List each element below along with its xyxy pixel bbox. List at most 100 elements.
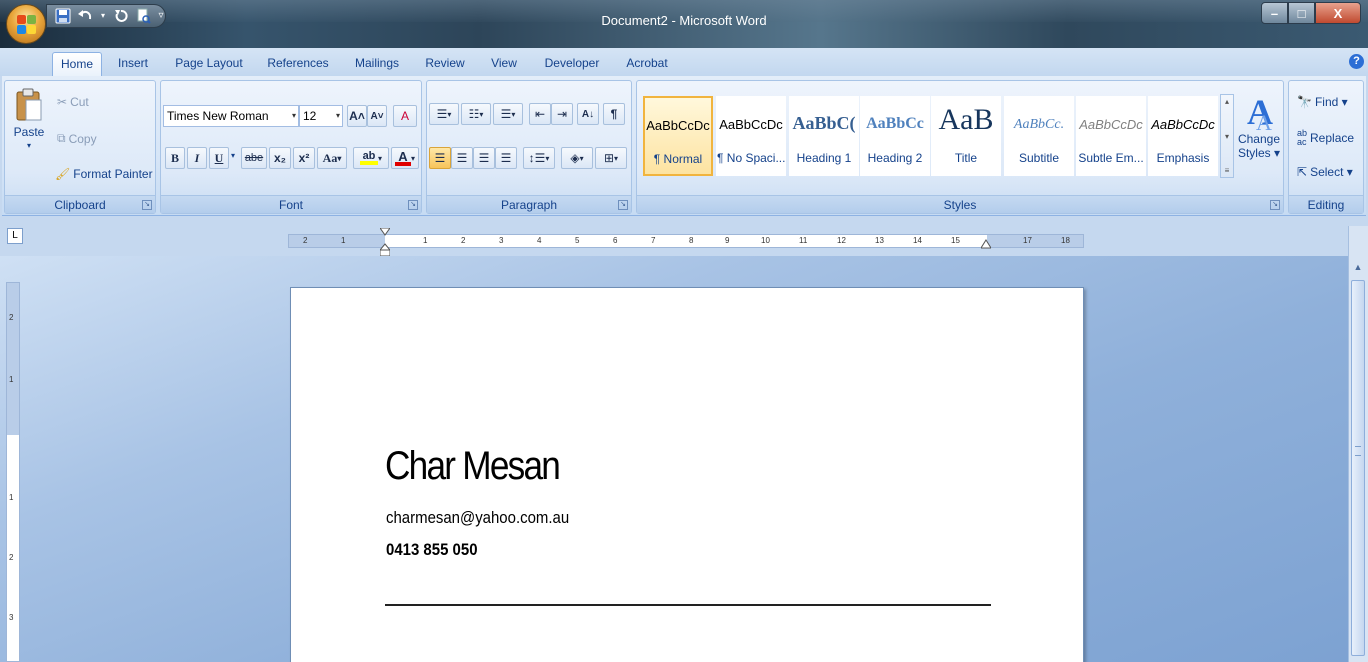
copy-button[interactable]: ⧉ Copy (57, 131, 97, 146)
change-styles-button[interactable]: AA Change Styles ▾ (1236, 88, 1282, 188)
align-center-button[interactable]: ☰ (451, 147, 473, 169)
clipboard-group: Paste ▾ ✂ Cut ⧉ Copy 🖌 Format Painter Clipb… (4, 80, 156, 214)
style-sample: AaB (938, 103, 994, 136)
tab-insert[interactable]: Insert (110, 52, 156, 76)
change-styles-icon: AA (1247, 92, 1273, 132)
font-family-combo[interactable]: Times New Roman ▾ (163, 105, 299, 127)
styles-launcher-icon[interactable]: ↘ (1270, 200, 1280, 210)
style-heading-2[interactable]: AaBbCc Heading 2 (860, 96, 930, 176)
tab-mailings[interactable]: Mailings (346, 52, 408, 76)
shrink-font-button[interactable]: A˅ (367, 105, 387, 127)
office-logo-icon (17, 15, 36, 34)
style-title[interactable]: AaB Title (931, 96, 1001, 176)
tab-home[interactable]: Home (52, 52, 102, 76)
change-case-button[interactable]: Aa ▾ (317, 147, 347, 169)
italic-button[interactable]: I (187, 147, 207, 169)
style-normal[interactable]: AaBbCcDc ¶ Normal (643, 96, 713, 176)
font-color-button[interactable]: A ▾ (391, 147, 419, 169)
cut-button[interactable]: ✂ Cut (57, 95, 89, 109)
decrease-indent-button[interactable]: ⇤ (529, 103, 551, 125)
styles-gallery-scroll[interactable]: ▴ ▾ ≡ (1220, 94, 1234, 178)
scroll-down-icon[interactable]: ▾ (1225, 132, 1229, 141)
format-painter-button[interactable]: 🖌 Format Painter (55, 167, 153, 181)
resume-email[interactable]: charmesan@yahoo.com.au (386, 508, 569, 528)
scroll-up-icon[interactable]: ▴ (1225, 97, 1229, 106)
style-sample: AaBbC( (792, 113, 856, 133)
style-heading-1[interactable]: AaBbC( Heading 1 (789, 96, 859, 176)
strikethrough-button[interactable]: abe (241, 147, 267, 169)
style-emphasis[interactable]: AaBbCcDc Emphasis (1148, 96, 1218, 176)
justify-icon: ☰ (500, 151, 512, 165)
clear-formatting-button[interactable]: A (393, 105, 417, 127)
bullets-button[interactable]: ☰ ▾ (429, 103, 459, 125)
highlight-button[interactable]: ab ▾ (353, 147, 389, 169)
ruler-tick: 5 (575, 236, 580, 245)
ruler-tick: 2 (461, 236, 466, 245)
align-right-button[interactable]: ☰ (473, 147, 495, 169)
replace-button[interactable]: ab ac Replace (1297, 129, 1354, 147)
horizontal-ruler[interactable]: 2 1 1 2 3 4 5 6 7 8 9 10 11 12 13 14 15 … (288, 234, 1084, 248)
bold-button[interactable]: B (165, 147, 185, 169)
cursor-icon: ⇱ (1297, 165, 1308, 179)
underline-dropdown-icon[interactable]: ▾ (231, 151, 235, 160)
chevron-down-icon: ▾ (335, 111, 340, 120)
help-icon[interactable]: ? (1349, 54, 1364, 69)
font-launcher-icon[interactable]: ↘ (408, 200, 418, 210)
clipboard-launcher-icon[interactable]: ↘ (142, 200, 152, 210)
gallery-more-icon[interactable]: ≡ (1225, 166, 1230, 175)
superscript-button[interactable]: x² (293, 147, 315, 169)
font-size-combo[interactable]: 12 ▾ (299, 105, 343, 127)
highlighter-icon: ab (359, 151, 378, 165)
tab-references[interactable]: References (262, 52, 334, 76)
ruler-tick: 14 (913, 236, 922, 245)
resume-phone[interactable]: 0413 855 050 (386, 540, 478, 560)
align-left-button[interactable]: ☰ (429, 147, 451, 169)
tab-view[interactable]: View (484, 52, 524, 76)
sort-button[interactable]: A↓ (577, 103, 599, 125)
minimize-button[interactable]: – (1261, 2, 1288, 24)
scroll-up-icon[interactable]: ▲ (1351, 262, 1365, 278)
line-spacing-button[interactable]: ↕☰ ▾ (523, 147, 555, 169)
scroll-thumb[interactable] (1351, 280, 1365, 656)
right-indent-marker-icon[interactable] (980, 238, 992, 250)
close-button[interactable]: X (1315, 2, 1361, 24)
resume-name[interactable]: Char Mesan (385, 444, 561, 489)
subscript-button[interactable]: x₂ (269, 147, 291, 169)
chevron-down-icon: ▾ (410, 153, 415, 163)
style-subtle-emphasis[interactable]: AaBbCcDc Subtle Em... (1076, 96, 1146, 176)
underline-button[interactable]: U (209, 147, 229, 169)
tab-developer[interactable]: Developer (538, 52, 606, 76)
ruler-tick: 1 (9, 493, 14, 502)
paragraph-launcher-icon[interactable]: ↘ (618, 200, 628, 210)
increase-indent-button[interactable]: ⇥ (551, 103, 573, 125)
style-name: Emphasis (1156, 151, 1210, 165)
multilevel-list-button[interactable]: ☰ ▾ (493, 103, 523, 125)
show-marks-button[interactable]: ¶ (603, 103, 625, 125)
tab-page-layout[interactable]: Page Layout (170, 52, 248, 76)
tab-acrobat[interactable]: Acrobat (620, 52, 674, 76)
grow-font-button[interactable]: A˄ (347, 105, 367, 127)
paste-dropdown-icon: ▾ (26, 141, 31, 150)
style-no-spacing[interactable]: AaBbCcDc ¶ No Spaci... (716, 96, 786, 176)
paste-button[interactable]: Paste ▾ (11, 87, 47, 150)
style-sample: AaBbCcDc (646, 118, 710, 133)
style-sample: AaBbCcDc (1079, 117, 1143, 132)
numbering-button[interactable]: ☷ ▾ (461, 103, 491, 125)
ribbon-tab-row: Home Insert Page Layout References Maili… (0, 48, 1368, 76)
justify-button[interactable]: ☰ (495, 147, 517, 169)
select-button[interactable]: ⇱ Select ▾ (1297, 165, 1353, 179)
indent-marker-icon[interactable] (378, 227, 392, 258)
numbering-icon: ☷ (468, 107, 480, 121)
tab-selector[interactable]: L (7, 228, 23, 244)
paste-icon (16, 88, 42, 121)
find-button[interactable]: 🔭 Find ▾ (1297, 95, 1348, 109)
office-button[interactable] (6, 4, 46, 44)
tab-review[interactable]: Review (420, 52, 470, 76)
align-left-icon: ☰ (434, 151, 446, 165)
vertical-ruler[interactable]: 2 1 1 2 3 (6, 282, 20, 662)
ruler-tick: 1 (423, 236, 428, 245)
shading-button[interactable]: ◈ ▾ (561, 147, 593, 169)
style-subtitle[interactable]: AaBbCc. Subtitle (1004, 96, 1074, 176)
maximize-button[interactable]: □ (1288, 2, 1315, 24)
borders-button[interactable]: ⊞ ▾ (595, 147, 627, 169)
